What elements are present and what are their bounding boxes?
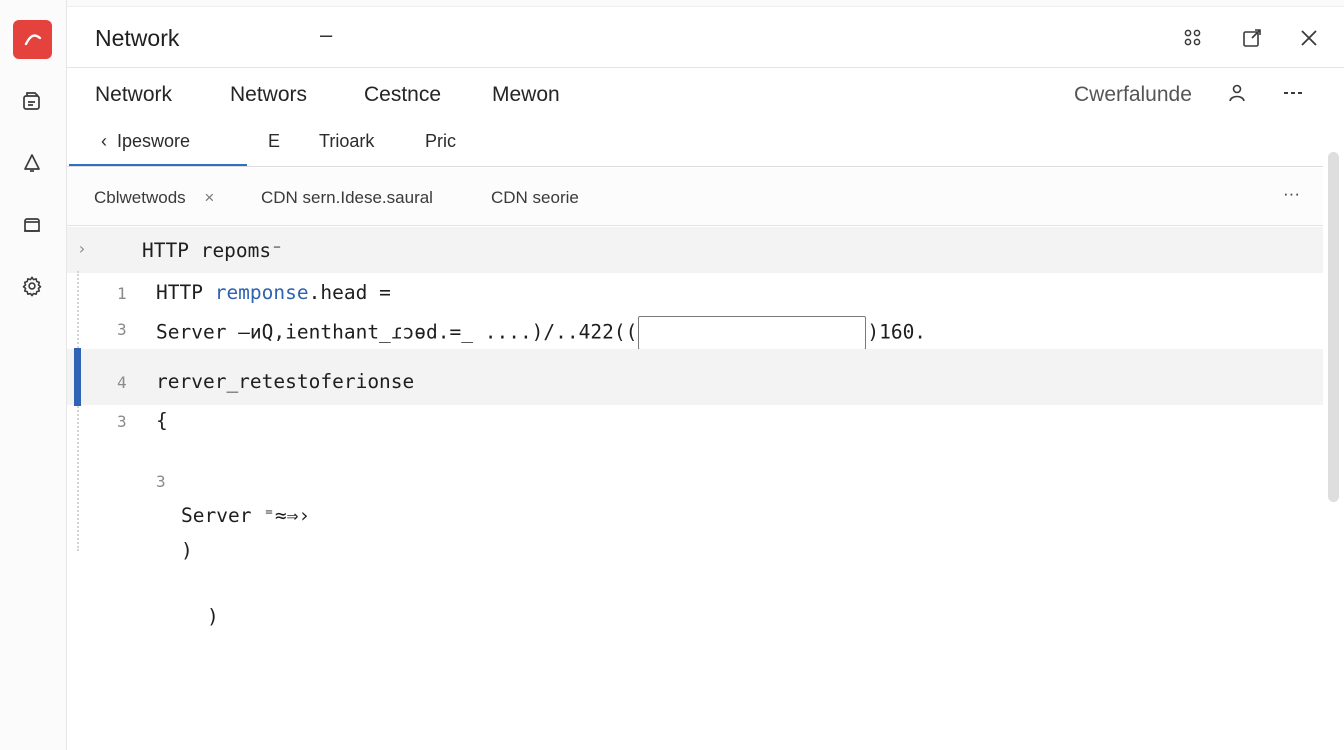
line-number: 3 xyxy=(117,320,127,339)
open-external-icon[interactable] xyxy=(1236,22,1268,54)
indent-guide xyxy=(77,271,79,551)
nav-tab-mewon[interactable]: Mewon xyxy=(492,83,560,107)
subtab-pric[interactable]: Pric xyxy=(425,131,456,152)
title-dropdown[interactable]: – xyxy=(320,22,332,48)
selected-line-marker xyxy=(74,348,81,406)
window-title: Network xyxy=(95,25,180,51)
filter-chip[interactable]: CDN sern.Idese.saural xyxy=(261,188,433,208)
filter-more-button[interactable]: ··· xyxy=(1283,184,1300,204)
code-line: rerver_retestoferionse xyxy=(156,370,415,393)
line-number: 4 xyxy=(117,373,127,392)
nav-tab-cestnce[interactable]: Cestnce xyxy=(364,83,441,107)
user-icon[interactable] xyxy=(1221,77,1253,109)
code-line: ) xyxy=(207,605,219,628)
files-icon[interactable] xyxy=(17,86,47,116)
line-number: 1 xyxy=(117,284,127,303)
back-tab[interactable]: ‹ Ipeswore xyxy=(101,131,190,152)
share-nodes-icon[interactable] xyxy=(1177,22,1209,54)
sidebar xyxy=(0,0,67,750)
code-line: Server –иQ,ienthant_ɾɔɵd.=_ ....)/..422(… xyxy=(156,316,926,350)
active-tab-indicator xyxy=(69,164,247,166)
filter-chip-label: Cblwetwods xyxy=(94,188,186,207)
bell-icon[interactable] xyxy=(17,148,47,178)
code-line: { xyxy=(156,409,168,432)
code-editor[interactable]: › HTTP repoms⁻ 1 HTTP remponse.head = 3 … xyxy=(67,227,1323,750)
gear-icon[interactable] xyxy=(17,271,47,301)
title-bar: Network – xyxy=(67,8,1344,68)
nav-tab-networs[interactable]: Networs xyxy=(230,83,307,107)
close-icon[interactable] xyxy=(1293,22,1325,54)
code-line: ) xyxy=(181,539,193,562)
back-tab-label: Ipeswore xyxy=(117,131,191,151)
more-options-icon[interactable] xyxy=(1277,77,1309,109)
vertical-scrollbar[interactable] xyxy=(1328,152,1339,502)
line-number: 3 xyxy=(117,412,127,431)
subtab-trioark[interactable]: Trioark xyxy=(319,131,374,152)
window-top-border xyxy=(0,0,1344,7)
code-line: Server ⁼≈⇒› xyxy=(181,504,311,527)
editor-header: HTTP repoms⁻ xyxy=(142,239,283,262)
nav-tab-network[interactable]: Network xyxy=(95,83,172,107)
chevron-left-icon: ‹ xyxy=(101,131,107,151)
code-line: HTTP remponse.head = xyxy=(156,281,391,304)
inbox-icon[interactable] xyxy=(17,209,47,239)
line-number: 3 xyxy=(156,472,166,491)
nav-right-label[interactable]: Cwerfalunde xyxy=(1074,83,1192,107)
inline-input-box[interactable] xyxy=(638,316,867,350)
sub-tabs: ‹ Ipeswore E Trioark Pric xyxy=(67,121,1323,167)
app-logo-icon[interactable] xyxy=(13,20,52,59)
nav-bar: Network Networs Cestnce Mewon Cwerfalund… xyxy=(67,69,1344,121)
chip-close-icon[interactable]: × xyxy=(204,188,214,207)
expand-icon[interactable]: › xyxy=(77,239,87,258)
filter-bar: Cblwetwods × CDN sern.Idese.saural CDN s… xyxy=(67,168,1323,226)
filter-chip[interactable]: Cblwetwods × xyxy=(94,188,214,208)
filter-chip[interactable]: CDN seorie xyxy=(491,188,579,208)
subtab-e[interactable]: E xyxy=(268,131,280,152)
